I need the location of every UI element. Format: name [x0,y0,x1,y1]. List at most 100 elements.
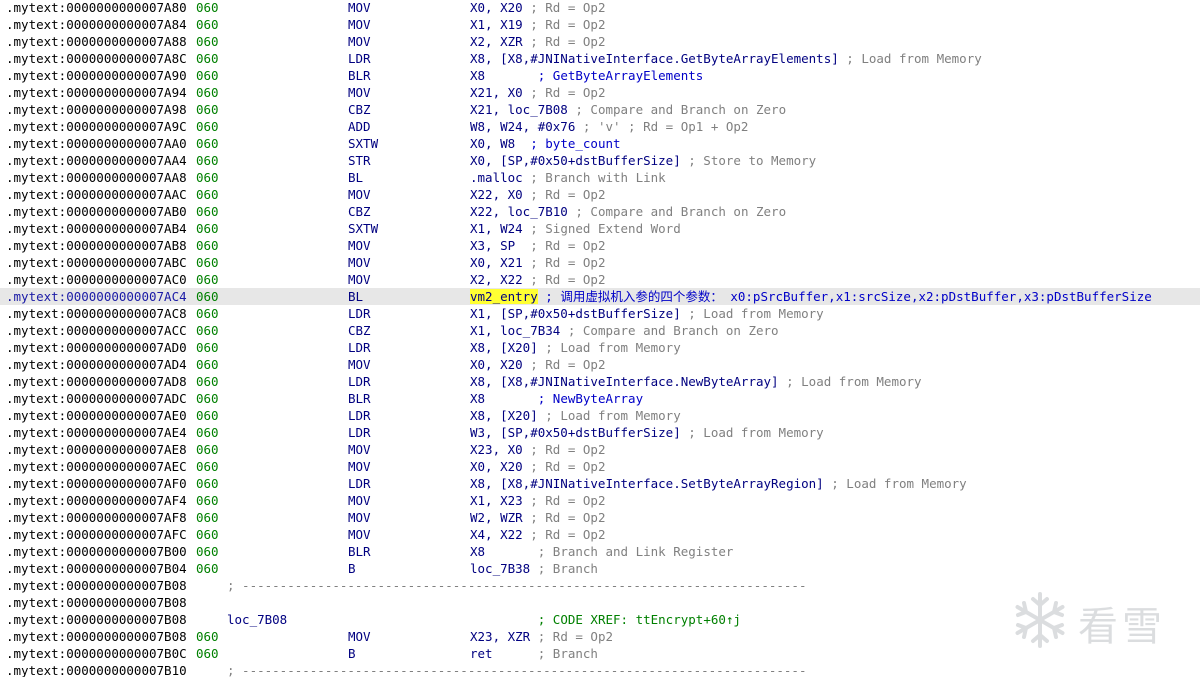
instruction-operands[interactable]: W2, WZR ; Rd = Op2 [470,509,605,526]
instruction-operands[interactable]: X4, X22 ; Rd = Op2 [470,526,605,543]
listing-line[interactable]: .mytext:0000000000007AD4 060 MOV X0, X20 ; … [0,356,1200,373]
operand-text: X4, X22 [470,527,523,542]
listing-line[interactable]: .mytext:0000000000007AE0 060 LDR X8, [X20] … [0,407,1200,424]
instruction-operands[interactable]: X2, XZR ; Rd = Op2 [470,33,605,50]
instruction-operands[interactable]: X8, [X8,#JNINativeInterface.SetByteArray… [470,475,967,492]
code-label[interactable]: loc_7B08 [227,611,287,628]
instruction-operands[interactable]: X3, SP ; Rd = Op2 [470,237,605,254]
line-address: .mytext:0000000000007AA0 [6,136,187,151]
instruction-operands[interactable]: X1, [SP,#0x50+dstBufferSize] ; Load from… [470,305,824,322]
line-address: .mytext:0000000000007ABC [6,255,187,270]
instruction-operands[interactable]: X0, X20 ; Rd = Op2 [470,458,605,475]
operand-text: X2, X22 [470,272,523,287]
listing-line[interactable]: .mytext:0000000000007AB4 060 SXTW X1, W24 ;… [0,220,1200,237]
listing-line[interactable]: .mytext:0000000000007B10 ; --------------… [0,662,1200,677]
instruction-operands[interactable]: X0, X20 ; Rd = Op2 [470,0,605,16]
operand-text: X1, W24 [470,221,523,236]
instruction-operands[interactable]: loc_7B38 ; Branch [470,560,598,577]
instruction-operands[interactable]: X22, X0 ; Rd = Op2 [470,186,605,203]
listing-line[interactable]: .mytext:0000000000007ABC 060 MOV X0, X21 ; … [0,254,1200,271]
listing-line[interactable]: .mytext:0000000000007AD0 060 LDR X8, [X20] … [0,339,1200,356]
current-line[interactable]: .mytext:0000000000007AC4 060 BL vm2_entry ;… [0,288,1200,305]
listing-line[interactable]: .mytext:0000000000007A84 060 MOV X1, X19 ; … [0,16,1200,33]
instruction-operands[interactable]: X8, [X8,#JNINativeInterface.NewByteArray… [470,373,922,390]
instruction-operands[interactable]: X1, W24 ; Signed Extend Word [470,220,681,237]
listing-line[interactable]: .mytext:0000000000007AA0 060 SXTW X0, W8 ; … [0,135,1200,152]
instruction-operands[interactable]: X1, X19 ; Rd = Op2 [470,16,605,33]
listing-line[interactable]: .mytext:0000000000007AFC 060 MOV X4, X22 ; … [0,526,1200,543]
listing-line[interactable]: .mytext:0000000000007AE4 060 LDR W3, [SP,#0… [0,424,1200,441]
instruction-operands[interactable]: W8, W24, #0x76 ; 'v' ; Rd = Op1 + Op2 [470,118,748,135]
instruction-operands[interactable]: ; CODE XREF: ttEncrypt+60↑j [470,611,741,628]
stack-pointer-delta: 060 [196,442,219,457]
disassembly-listing[interactable]: .mytext:0000000000007A80 060 MOV X0, X20 ; … [0,0,1200,677]
listing-line[interactable]: .mytext:0000000000007AD8 060 LDR X8, [X8,#J… [0,373,1200,390]
instruction-mnemonic: LDR [348,408,371,423]
operand-text: X8 [470,544,531,559]
highlighted-symbol[interactable]: vm2_entry [470,289,538,304]
instruction-operands[interactable]: X8 ; GetByteArrayElements [470,67,703,84]
stack-pointer-delta: 060 [196,425,219,440]
instruction-operands[interactable]: X0, X20 ; Rd = Op2 [470,356,605,373]
stack-pointer-delta: 060 [196,340,219,355]
instruction-operands[interactable]: X22, loc_7B10 ; Compare and Branch on Ze… [470,203,786,220]
instruction-operands[interactable]: X8, [X20] ; Load from Memory [470,407,681,424]
instruction-operands[interactable]: X8, [X8,#JNINativeInterface.GetByteArray… [470,50,982,67]
instruction-operands[interactable]: X1, loc_7B34 ; Compare and Branch on Zer… [470,322,779,339]
instruction-operands[interactable]: X21, loc_7B08 ; Compare and Branch on Ze… [470,101,786,118]
listing-line[interactable]: .mytext:0000000000007A94 060 MOV X21, X0 ; … [0,84,1200,101]
instruction-operands[interactable]: X0, X21 ; Rd = Op2 [470,254,605,271]
line-comment: ; Compare and Branch on Zero [575,204,787,219]
listing-line[interactable]: .mytext:0000000000007AC0 060 MOV X2, X22 ; … [0,271,1200,288]
listing-line[interactable]: .mytext:0000000000007B04 060 Bloc_7B38 ; B… [0,560,1200,577]
listing-line[interactable]: .mytext:0000000000007B00 060 BLR X8 ; Branc… [0,543,1200,560]
instruction-operands[interactable]: X8 ; Branch and Link Register [470,543,733,560]
instruction-mnemonic: LDR [348,425,371,440]
stack-pointer-delta: 060 [196,51,219,66]
line-comment: ; Load from Memory [688,425,824,440]
listing-line[interactable]: .mytext:0000000000007AE8 060 MOV X23, X0 ; … [0,441,1200,458]
line-address: .mytext:0000000000007A8C [6,51,187,66]
instruction-operands[interactable]: vm2_entry ; 调用虚拟机入参的四个参数： x0:pSrcBuffer,… [470,288,1152,305]
listing-line[interactable]: .mytext:0000000000007A80 060 MOV X0, X20 ; … [0,0,1200,16]
instruction-operands[interactable]: X8 ; NewByteArray [470,390,643,407]
listing-line[interactable]: .mytext:0000000000007AEC 060 MOV X0, X20 ; … [0,458,1200,475]
instruction-operands[interactable]: X2, X22 ; Rd = Op2 [470,271,605,288]
operand-text: ret [470,646,531,661]
listing-line[interactable]: .mytext:0000000000007A9C 060 ADD W8, W24, #… [0,118,1200,135]
operand-text: X8, [X20] [470,408,538,423]
instruction-operands[interactable]: X8, [X20] ; Load from Memory [470,339,681,356]
listing-line[interactable]: .mytext:0000000000007AB0 060 CBZ X22, loc_7… [0,203,1200,220]
listing-line[interactable]: .mytext:0000000000007ADC 060 BLR X8 ; NewBy… [0,390,1200,407]
instruction-mnemonic: B [348,646,356,661]
instruction-operands[interactable]: X0, W8 ; byte_count [470,135,621,152]
line-comment: ; Load from Memory [688,306,824,321]
operand-text: W3, [SP,#0x50+dstBufferSize] [470,425,681,440]
listing-line[interactable]: .mytext:0000000000007AA8 060 BL .malloc ; B… [0,169,1200,186]
listing-line[interactable]: .mytext:0000000000007AB8 060 MOV X3, SP ; R… [0,237,1200,254]
listing-line[interactable]: .mytext:0000000000007A98 060 CBZ X21, loc_7… [0,101,1200,118]
instruction-operands[interactable]: X23, X0 ; Rd = Op2 [470,441,605,458]
instruction-operands[interactable]: X23, XZR ; Rd = Op2 [470,628,613,645]
instruction-mnemonic: MOV [348,442,371,457]
instruction-operands[interactable]: .malloc ; Branch with Link [470,169,666,186]
instruction-mnemonic: MOV [348,357,371,372]
listing-line[interactable]: .mytext:0000000000007A90 060 BLR X8 ; GetBy… [0,67,1200,84]
listing-line[interactable]: .mytext:0000000000007ACC 060 CBZ X1, loc_7B… [0,322,1200,339]
stack-pointer-delta: 060 [196,204,219,219]
listing-line[interactable]: .mytext:0000000000007A8C 060 LDR X8, [X8,#J… [0,50,1200,67]
instruction-operands[interactable]: W3, [SP,#0x50+dstBufferSize] ; Load from… [470,424,824,441]
instruction-operands[interactable]: X21, X0 ; Rd = Op2 [470,84,605,101]
line-address: .mytext:0000000000007ACC [6,323,187,338]
listing-line[interactable]: .mytext:0000000000007AA4 060 STR X0, [SP,#0… [0,152,1200,169]
instruction-operands[interactable]: ret ; Branch [470,645,598,662]
listing-line[interactable]: .mytext:0000000000007AF0 060 LDR X8, [X8,#J… [0,475,1200,492]
listing-line[interactable]: .mytext:0000000000007A88 060 MOV X2, XZR ; … [0,33,1200,50]
line-address: .mytext:0000000000007AF0 [6,476,187,491]
listing-line[interactable]: .mytext:0000000000007AC8 060 LDR X1, [SP,#0… [0,305,1200,322]
instruction-operands[interactable]: X1, X23 ; Rd = Op2 [470,492,605,509]
listing-line[interactable]: .mytext:0000000000007AAC 060 MOV X22, X0 ; … [0,186,1200,203]
instruction-operands[interactable]: X0, [SP,#0x50+dstBufferSize] ; Store to … [470,152,816,169]
listing-line[interactable]: .mytext:0000000000007AF8 060 MOV W2, WZR ; … [0,509,1200,526]
listing-line[interactable]: .mytext:0000000000007AF4 060 MOV X1, X23 ; … [0,492,1200,509]
